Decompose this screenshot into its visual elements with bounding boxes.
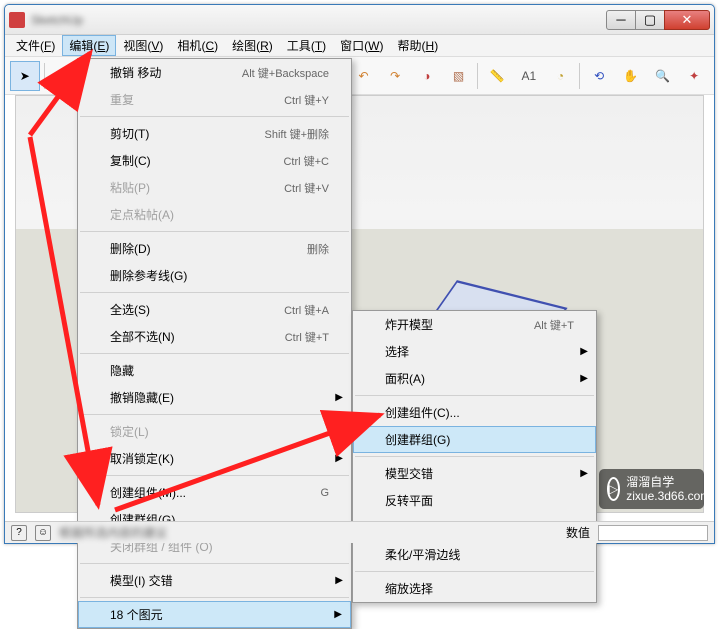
status-text: 根据所选内容的建议 — [59, 524, 167, 541]
watermark: ▷ 溜溜自学 zixue.3d66.com — [599, 469, 704, 509]
menu-unlock[interactable]: 取消锁定(K)▶ — [78, 445, 351, 472]
menubar: 文件(F) 编辑(E) 视图(V) 相机(C) 绘图(R) 工具(T) 窗口(W… — [5, 35, 714, 57]
menu-hide[interactable]: 隐藏 — [78, 357, 351, 384]
watermark-url: zixue.3d66.com — [626, 489, 710, 503]
context-submenu: 炸开模型Alt 键+T 选择▶ 面积(A)▶ 创建组件(C)... 创建群组(G… — [352, 310, 597, 603]
minimize-button[interactable]: ─ — [606, 10, 636, 30]
menu-file[interactable]: 文件(F) — [9, 35, 62, 56]
redo-icon: ↷ — [385, 66, 405, 86]
protractor-icon: ◔ — [551, 66, 571, 86]
menu-select-all[interactable]: 全选(S)Ctrl 键+A — [78, 296, 351, 323]
menu-tools[interactable]: 工具(T) — [280, 35, 333, 56]
close-button[interactable]: ✕ — [664, 10, 710, 30]
pan-icon: ✋ — [621, 66, 641, 86]
menu-paste: 粘贴(P)Ctrl 键+V — [78, 174, 351, 201]
zoom-icon: 🔍 — [653, 66, 673, 86]
menu-unhide[interactable]: 撤销隐藏(E)▶ — [78, 384, 351, 411]
menu-redo: 重复Ctrl 键+Y — [78, 86, 351, 113]
menu-delete[interactable]: 删除(D)删除 — [78, 235, 351, 262]
menu-entities[interactable]: 18 个图元▶ — [78, 601, 351, 628]
style-icon: ◑ — [417, 66, 437, 86]
chevron-right-icon: ▶ — [334, 609, 342, 620]
menu-delete-guides[interactable]: 删除参考线(G) — [78, 262, 351, 289]
menu-paste-inplace: 定点粘帖(A) — [78, 201, 351, 228]
menu-make-component[interactable]: 创建组件(M)...G — [78, 479, 351, 506]
tool-tape[interactable]: 📏 — [482, 61, 512, 91]
menu-view[interactable]: 视图(V) — [116, 35, 170, 56]
dimension-icon: A1 — [519, 66, 539, 86]
tool-redo[interactable]: ↷ — [380, 61, 410, 91]
undo-icon: ↶ — [353, 66, 373, 86]
chevron-right-icon: ▶ — [335, 453, 343, 464]
tool-paint[interactable]: ▧ — [444, 61, 474, 91]
tool-style[interactable]: ◑ — [412, 61, 442, 91]
tape-icon: 📏 — [487, 66, 507, 86]
chevron-right-icon: ▶ — [580, 468, 588, 479]
submenu-intersect[interactable]: 模型交错▶ — [353, 460, 596, 487]
menu-lock: 锁定(L) — [78, 418, 351, 445]
paint-icon: ▧ — [449, 66, 469, 86]
zoomextents-icon: ✦ — [684, 66, 704, 86]
status-value-label: 数值 — [566, 524, 590, 541]
status-user-icon[interactable]: ☺ — [35, 525, 51, 541]
menu-draw[interactable]: 绘图(R) — [225, 35, 280, 56]
menu-intersect[interactable]: 模型(I) 交错▶ — [78, 567, 351, 594]
watermark-title: 溜溜自学 — [626, 475, 710, 489]
menu-help[interactable]: 帮助(H) — [391, 35, 446, 56]
submenu-selection[interactable]: 选择▶ — [353, 338, 596, 365]
submenu-make-component[interactable]: 创建组件(C)... — [353, 399, 596, 426]
maximize-button[interactable]: ▢ — [635, 10, 665, 30]
menu-edit[interactable]: 编辑(E) — [62, 35, 116, 56]
submenu-area[interactable]: 面积(A)▶ — [353, 365, 596, 392]
play-icon: ▷ — [607, 477, 620, 501]
chevron-right-icon: ▶ — [580, 346, 588, 357]
tool-dimension[interactable]: A1 — [514, 61, 544, 91]
menu-copy[interactable]: 复制(C)Ctrl 键+C — [78, 147, 351, 174]
submenu-zoom-selection[interactable]: 缩放选择 — [353, 575, 596, 602]
window-title: SketchUp — [31, 13, 83, 27]
menu-cut[interactable]: 剪切(T)Shift 键+删除 — [78, 120, 351, 147]
tool-pan[interactable]: ✋ — [616, 61, 646, 91]
submenu-explode[interactable]: 炸开模型Alt 键+T — [353, 311, 596, 338]
chevron-right-icon: ▶ — [580, 373, 588, 384]
status-value-field[interactable] — [598, 525, 708, 541]
tool-zoomextents[interactable]: ✦ — [679, 61, 709, 91]
submenu-reverse-face[interactable]: 反转平面 — [353, 487, 596, 514]
menu-window[interactable]: 窗口(W) — [333, 35, 390, 56]
menu-undo[interactable]: 撤销 移动Alt 键+Backspace — [78, 59, 351, 86]
orbit-icon: ⟲ — [589, 66, 609, 86]
chevron-right-icon: ▶ — [335, 575, 343, 586]
pointer-icon: ➤ — [15, 66, 35, 86]
tool-protractor[interactable]: ◔ — [546, 61, 576, 91]
statusbar: ? ☺ 根据所选内容的建议 数值 — [5, 521, 714, 543]
edit-menu: 撤销 移动Alt 键+Backspace 重复Ctrl 键+Y 剪切(T)Shi… — [77, 58, 352, 629]
tool-select[interactable]: ➤ — [10, 61, 40, 91]
submenu-soften-smooth[interactable]: 柔化/平滑边线 — [353, 541, 596, 568]
tool-undo[interactable]: ↶ — [349, 61, 379, 91]
status-info-icon[interactable]: ? — [11, 525, 27, 541]
tool-orbit[interactable]: ⟲ — [584, 61, 614, 91]
app-icon — [9, 12, 25, 28]
menu-camera[interactable]: 相机(C) — [170, 35, 225, 56]
titlebar: SketchUp ─ ▢ ✕ — [5, 5, 714, 35]
chevron-right-icon: ▶ — [335, 392, 343, 403]
tool-zoom[interactable]: 🔍 — [648, 61, 678, 91]
submenu-make-group[interactable]: 创建群组(G) — [353, 426, 596, 453]
menu-select-none[interactable]: 全部不选(N)Ctrl 键+T — [78, 323, 351, 350]
